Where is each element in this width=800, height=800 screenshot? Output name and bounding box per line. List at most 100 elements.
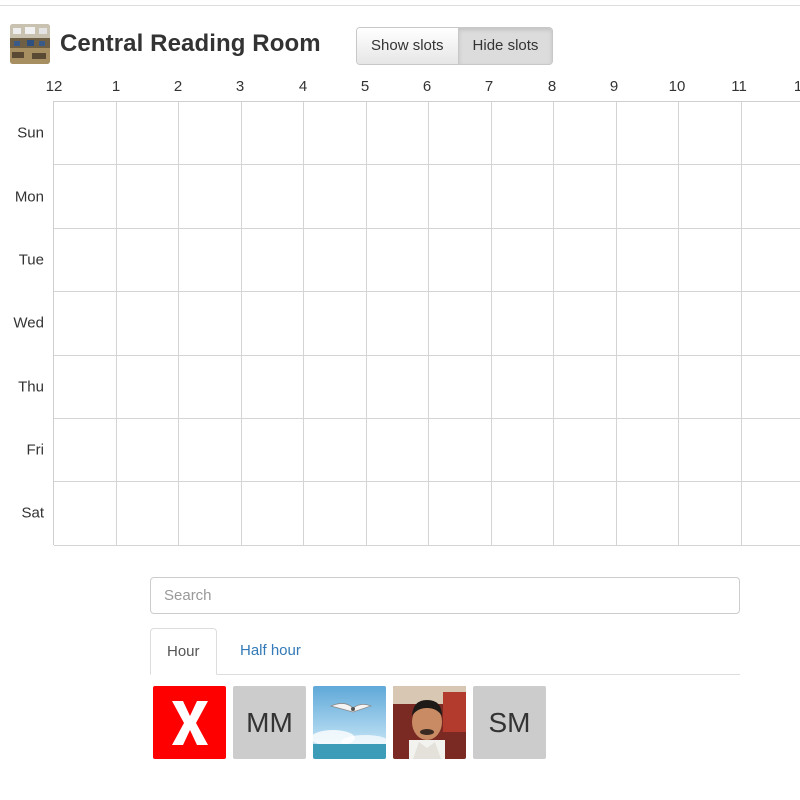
slot-cell-sun[interactable] (179, 102, 242, 166)
slot-cell-sat[interactable] (304, 482, 367, 546)
slot-cell-thu[interactable] (179, 355, 242, 419)
slot-cell-sat[interactable] (741, 482, 800, 546)
slot-cell-wed[interactable] (304, 292, 367, 356)
slot-cell-wed[interactable] (116, 292, 179, 356)
avatar-photo-man[interactable] (393, 686, 466, 759)
slot-cell-tue[interactable] (741, 229, 800, 293)
slot-cell-mon[interactable] (679, 165, 742, 229)
slot-cell-thu[interactable] (241, 355, 304, 419)
slot-cell-thu[interactable] (429, 355, 492, 419)
slot-cell-tue[interactable] (116, 228, 179, 293)
slot-cell-wed[interactable] (554, 292, 617, 356)
slot-cell-mon[interactable] (429, 165, 492, 229)
slot-cell-sun[interactable] (54, 102, 117, 166)
slot-cell-fri[interactable] (616, 418, 679, 483)
slot-cell-tue[interactable] (554, 228, 617, 293)
slot-cell-thu[interactable] (554, 355, 617, 419)
slot-cell-fri[interactable] (241, 418, 304, 483)
slot-cell-thu[interactable] (304, 355, 367, 419)
slot-cell-mon[interactable] (366, 165, 429, 229)
hide-slots-button[interactable]: Hide slots (457, 28, 553, 64)
hour-label: 1 (793, 78, 800, 95)
slot-cell-mon[interactable] (616, 165, 679, 229)
avatar-mm[interactable]: MM (233, 686, 306, 759)
slot-cell-tue[interactable] (304, 228, 367, 293)
slot-cell-wed[interactable] (366, 292, 429, 356)
hour-label: 4 (298, 78, 308, 95)
slot-cell-sun[interactable] (116, 102, 179, 166)
slot-cell-fri[interactable] (304, 418, 367, 483)
slot-cell-fri[interactable] (679, 418, 742, 483)
slot-cell-fri[interactable] (179, 418, 242, 483)
slot-cell-mon[interactable] (304, 165, 367, 229)
slot-cell-wed[interactable] (616, 292, 679, 356)
slot-cell-tue[interactable] (54, 228, 117, 293)
slot-cell-wed[interactable] (491, 292, 554, 356)
slot-cell-mon[interactable] (554, 165, 617, 229)
slot-cell-sun[interactable] (429, 102, 492, 166)
slot-cell-tue[interactable] (366, 228, 429, 293)
slot-cell-sun[interactable] (366, 102, 429, 166)
slot-cell-sun[interactable] (304, 102, 367, 166)
slot-cell-wed[interactable] (241, 292, 304, 356)
slot-cell-mon[interactable] (54, 165, 117, 229)
slot-cell-tue[interactable] (679, 228, 742, 293)
clear-selection-button[interactable] (153, 686, 226, 759)
slot-cell-sat[interactable] (116, 482, 179, 546)
slot-cell-fri[interactable] (491, 418, 554, 483)
slot-cell-thu[interactable] (116, 355, 179, 419)
slot-cell-thu[interactable] (366, 355, 429, 419)
hour-label: 8 (547, 78, 557, 95)
hour-label: 2 (173, 78, 183, 95)
slot-cell-fri[interactable] (366, 418, 429, 483)
tab-half-hour[interactable]: Half hour (224, 628, 317, 675)
day-label-fri: Fri (26, 441, 45, 459)
slot-cell-tue[interactable] (616, 228, 679, 293)
slot-cell-sun[interactable] (554, 102, 617, 166)
slot-cell-sat[interactable] (429, 482, 492, 546)
slot-cell-mon[interactable] (116, 165, 179, 229)
slot-cell-tue[interactable] (179, 228, 242, 293)
slot-cell-tue[interactable] (241, 228, 304, 293)
slot-cell-mon[interactable] (179, 165, 242, 229)
slot-cell-sat[interactable] (491, 482, 554, 546)
slot-cell-wed[interactable] (429, 292, 492, 356)
slot-cell-sun[interactable] (491, 102, 554, 166)
show-slots-button[interactable]: Show slots (357, 28, 458, 64)
slot-cell-sat[interactable] (554, 482, 617, 546)
slot-cell-thu[interactable] (54, 355, 117, 419)
slot-cell-thu[interactable] (679, 355, 742, 419)
slot-cell-sun[interactable] (241, 102, 304, 166)
slot-cell-sat[interactable] (366, 482, 429, 546)
slot-cell-wed[interactable] (179, 292, 242, 356)
slot-cell-wed[interactable] (54, 292, 117, 356)
avatar-sm[interactable]: SM (473, 686, 546, 759)
avatar-photo-seagull[interactable] (313, 686, 386, 759)
slot-cell-wed[interactable] (679, 292, 742, 356)
room-header: Central Reading Room (10, 22, 321, 66)
slot-cell-sun[interactable] (616, 102, 679, 166)
slot-cell-sat[interactable] (616, 482, 679, 546)
slot-cell-tue[interactable] (429, 228, 492, 293)
slot-cell-fri[interactable] (741, 419, 800, 483)
slot-cell-sat[interactable] (241, 482, 304, 546)
tab-hour[interactable]: Hour (150, 628, 217, 675)
search-input[interactable] (150, 577, 740, 614)
slot-cell-tue[interactable] (491, 228, 554, 293)
slot-cell-sun[interactable] (679, 102, 742, 166)
slot-cell-fri[interactable] (554, 418, 617, 483)
slot-cell-fri[interactable] (429, 418, 492, 483)
slot-cell-mon[interactable] (491, 165, 554, 229)
slot-cell-wed[interactable] (741, 292, 800, 356)
slot-cell-fri[interactable] (116, 418, 179, 483)
slot-cell-mon[interactable] (241, 165, 304, 229)
slot-cell-sat[interactable] (54, 482, 117, 546)
slot-cell-thu[interactable] (741, 356, 800, 419)
slot-cell-mon[interactable] (741, 165, 800, 229)
slot-cell-fri[interactable] (54, 418, 117, 483)
slot-cell-sun[interactable] (741, 102, 800, 166)
slot-cell-thu[interactable] (491, 355, 554, 419)
slot-cell-thu[interactable] (616, 355, 679, 419)
slot-cell-sat[interactable] (679, 482, 742, 546)
slot-cell-sat[interactable] (179, 482, 242, 546)
